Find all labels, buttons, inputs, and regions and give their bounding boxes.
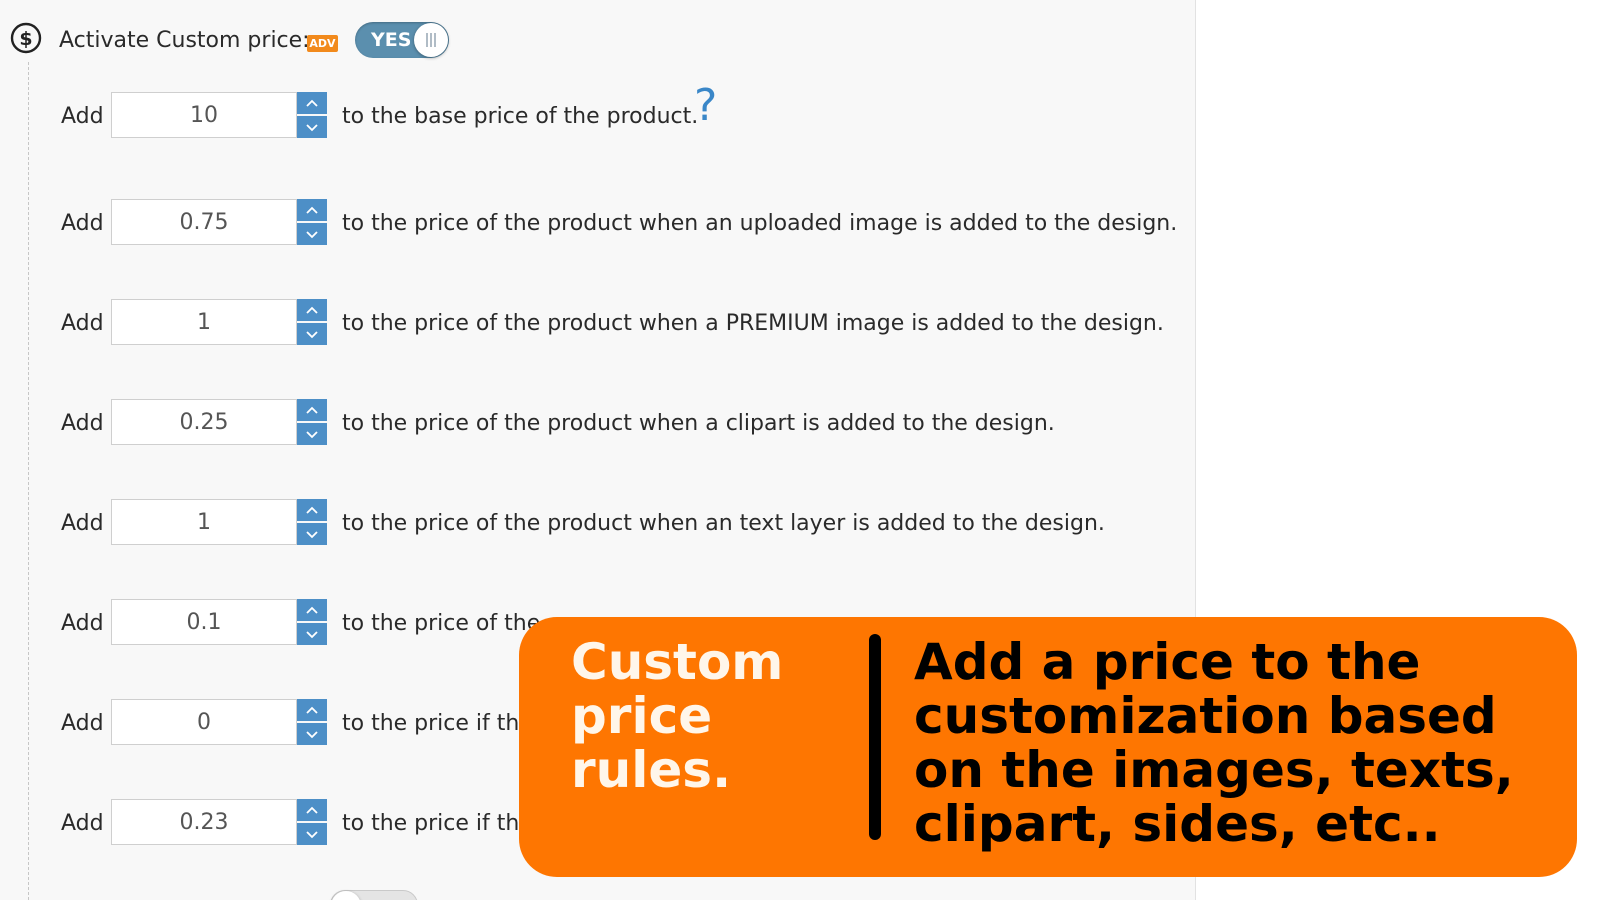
quantity-stepper[interactable] — [297, 199, 327, 245]
base-price-input[interactable] — [111, 92, 297, 138]
decrement-button[interactable] — [297, 323, 327, 345]
next-option-toggle[interactable] — [330, 890, 418, 900]
clipart-price-input[interactable] — [111, 399, 297, 445]
price-rule-row-text-layer: Add to the price of the product when an … — [0, 499, 1195, 549]
price-rule-row-base: Add to the base price of the product. ? — [0, 84, 1195, 142]
add-label: Add — [61, 811, 104, 836]
chevron-up-icon — [306, 706, 318, 714]
price-rule-row-uploaded-image: Add to the price of the product when an … — [0, 199, 1195, 249]
banner-divider — [869, 634, 881, 840]
quantity-stepper[interactable] — [297, 92, 327, 138]
increment-button[interactable] — [297, 699, 327, 721]
rule-8-price-input[interactable] — [111, 799, 297, 845]
chevron-down-icon — [306, 123, 318, 131]
increment-button[interactable] — [297, 599, 327, 621]
add-label: Add — [61, 311, 104, 336]
promo-banner: Custom price rules. Add a price to the c… — [519, 617, 1577, 877]
rule-6-price-input[interactable] — [111, 599, 297, 645]
chevron-down-icon — [306, 230, 318, 238]
quantity-stepper[interactable] — [297, 799, 327, 845]
decrement-button[interactable] — [297, 823, 327, 845]
add-label: Add — [61, 411, 104, 436]
svg-text:$: $ — [19, 28, 32, 50]
increment-button[interactable] — [297, 299, 327, 321]
rule-description: to the price if the — [342, 711, 533, 736]
price-rule-row-clipart: Add to the price of the product when a c… — [0, 399, 1195, 449]
grip-line — [430, 33, 432, 47]
dollar-icon: $ — [10, 22, 42, 54]
grip-line — [426, 33, 428, 47]
activate-custom-price-label: Activate Custom price: — [59, 28, 310, 53]
price-rule-row-premium-image: Add to the price of the product when a P… — [0, 299, 1195, 349]
decrement-button[interactable] — [297, 523, 327, 545]
chevron-down-icon — [306, 530, 318, 538]
grip-line — [434, 33, 436, 47]
premium-image-price-input[interactable] — [111, 299, 297, 345]
increment-button[interactable] — [297, 499, 327, 521]
quantity-stepper[interactable] — [297, 699, 327, 745]
quantity-stepper[interactable] — [297, 299, 327, 345]
section-guide-line — [28, 62, 29, 900]
quantity-stepper[interactable] — [297, 499, 327, 545]
chevron-up-icon — [306, 306, 318, 314]
toggle-knob[interactable] — [331, 891, 361, 900]
decrement-button[interactable] — [297, 423, 327, 445]
chevron-up-icon — [306, 99, 318, 107]
activate-custom-price-toggle[interactable]: YES — [355, 22, 449, 58]
add-label: Add — [61, 711, 104, 736]
adv-badge: ADV — [307, 35, 338, 52]
help-icon[interactable]: ? — [694, 84, 717, 128]
banner-text: Add a price to the customization based o… — [914, 633, 1514, 853]
chevron-up-icon — [306, 406, 318, 414]
decrement-button[interactable] — [297, 116, 327, 138]
chevron-up-icon — [306, 606, 318, 614]
decrement-button[interactable] — [297, 623, 327, 645]
decrement-button[interactable] — [297, 723, 327, 745]
chevron-down-icon — [306, 430, 318, 438]
rule-description: to the price of the product when an uplo… — [342, 211, 1178, 236]
uploaded-image-price-input[interactable] — [111, 199, 297, 245]
add-label: Add — [61, 104, 104, 129]
rule-description: to the base price of the product. — [342, 104, 699, 129]
add-label: Add — [61, 511, 104, 536]
chevron-up-icon — [306, 806, 318, 814]
chevron-up-icon — [306, 206, 318, 214]
rule-description: to the price of the product when a clipa… — [342, 411, 1055, 436]
text-layer-price-input[interactable] — [111, 499, 297, 545]
chevron-down-icon — [306, 630, 318, 638]
rule-description: to the price of the product when a PREMI… — [342, 311, 1164, 336]
increment-button[interactable] — [297, 399, 327, 421]
increment-button[interactable] — [297, 92, 327, 114]
quantity-stepper[interactable] — [297, 399, 327, 445]
rule-7-price-input[interactable] — [111, 699, 297, 745]
increment-button[interactable] — [297, 799, 327, 821]
chevron-up-icon — [306, 506, 318, 514]
increment-button[interactable] — [297, 199, 327, 221]
rule-description: to the price of the — [342, 611, 541, 636]
add-label: Add — [61, 611, 104, 636]
chevron-down-icon — [306, 730, 318, 738]
chevron-down-icon — [306, 330, 318, 338]
toggle-knob[interactable] — [414, 23, 448, 57]
banner-title: Custom price rules. — [571, 633, 784, 799]
toggle-label: YES — [371, 29, 412, 51]
rule-description: to the price of the product when an text… — [342, 511, 1105, 536]
quantity-stepper[interactable] — [297, 599, 327, 645]
add-label: Add — [61, 211, 104, 236]
decrement-button[interactable] — [297, 223, 327, 245]
rule-description: to the price if the — [342, 811, 533, 836]
chevron-down-icon — [306, 830, 318, 838]
